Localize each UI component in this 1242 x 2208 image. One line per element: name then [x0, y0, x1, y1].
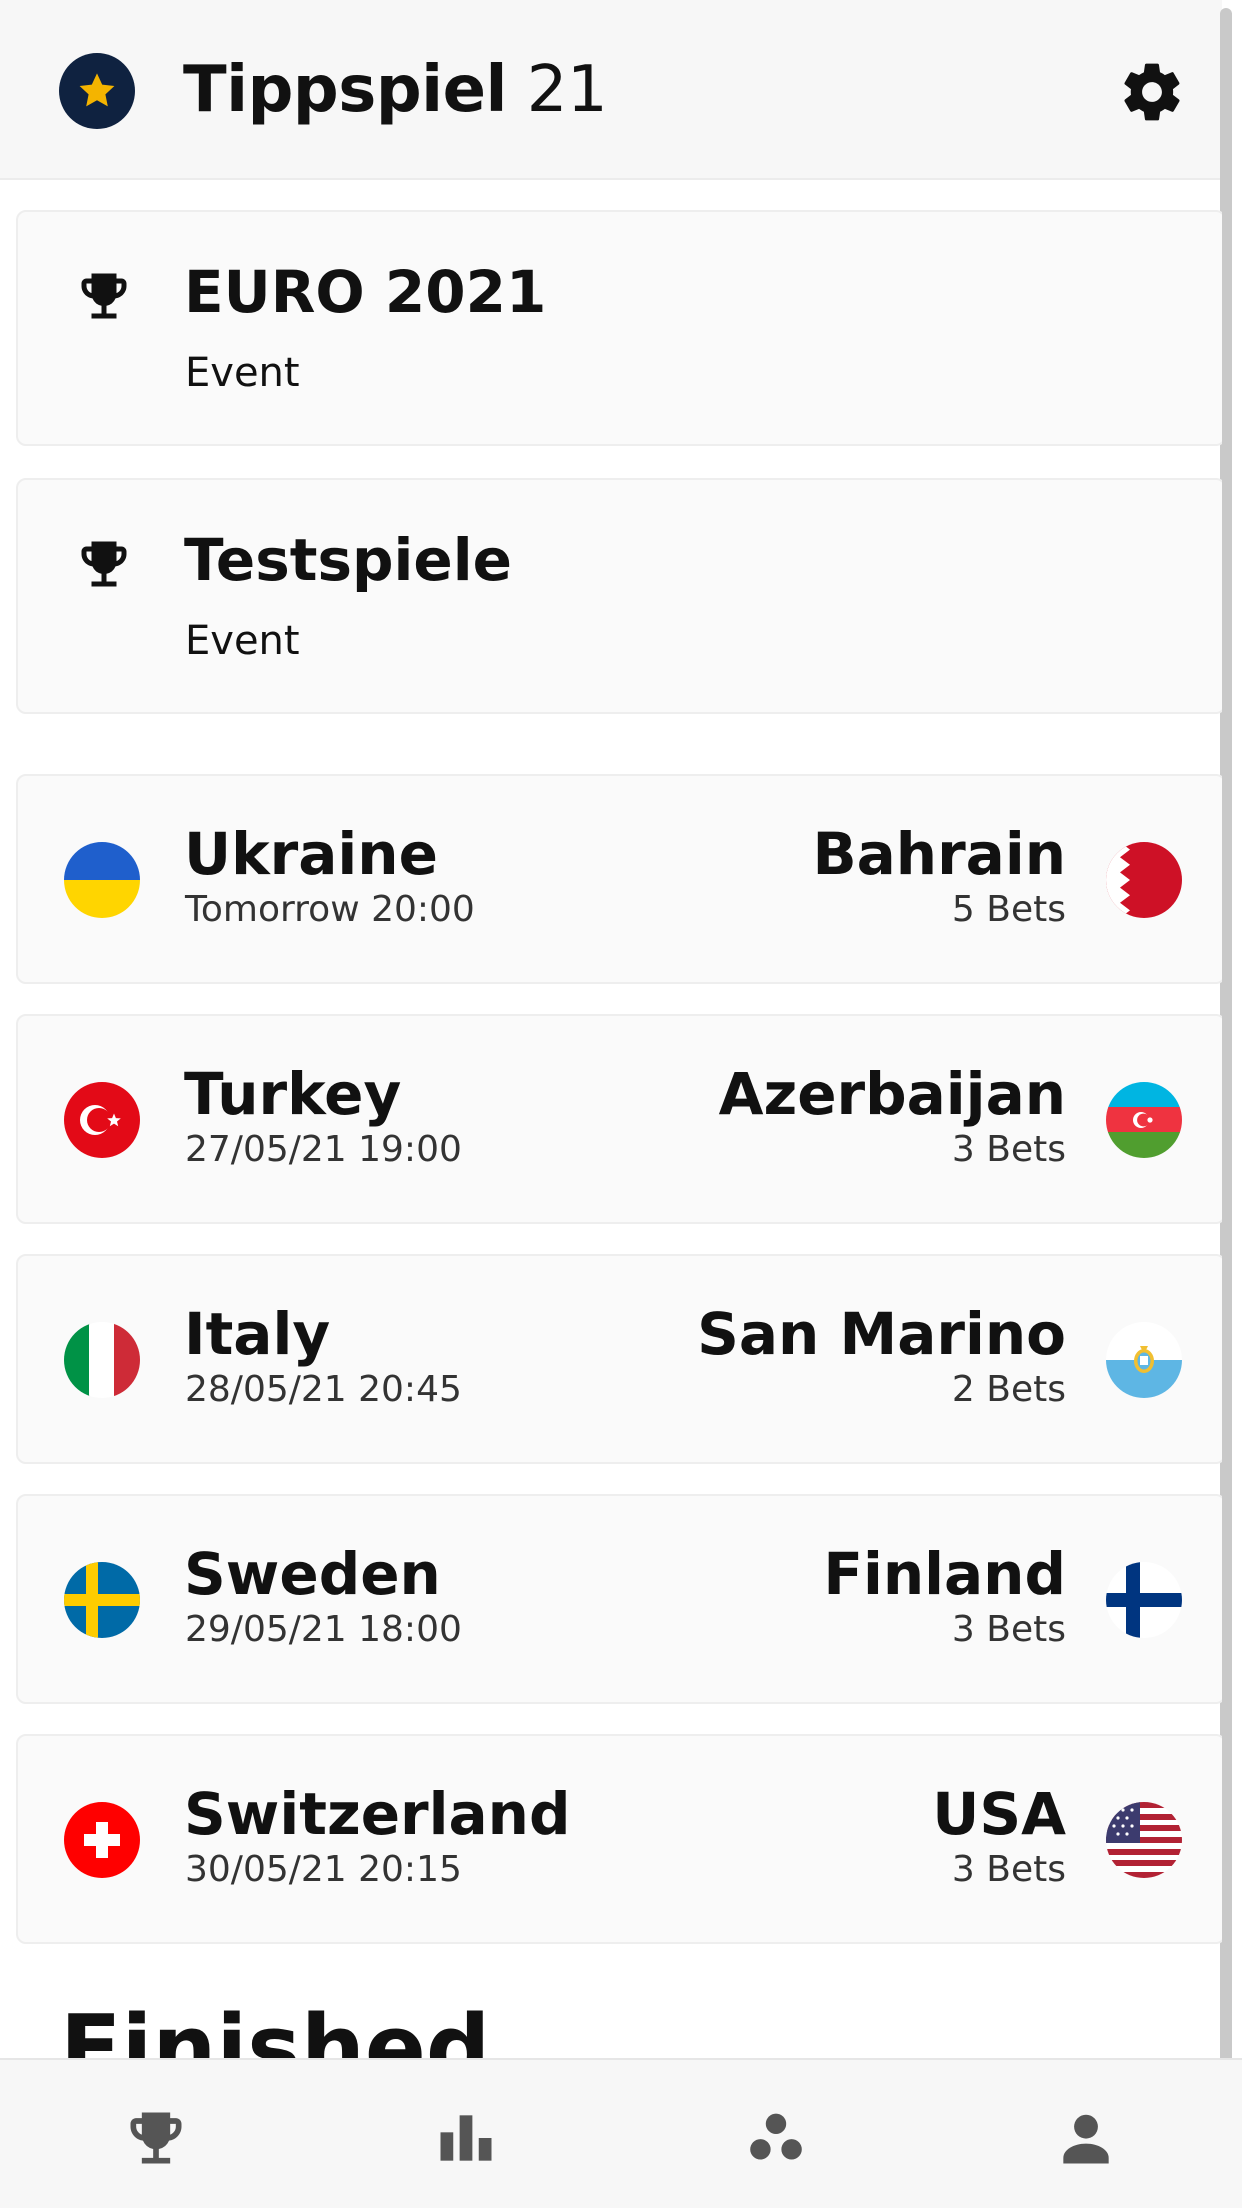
match-card[interactable]: Turkey 27/05/21 19:00 Azerbaijan 3 Bets: [16, 1014, 1222, 1224]
gear-icon[interactable]: [1118, 58, 1186, 126]
switzerland-flag-icon: [64, 1802, 140, 1878]
bahrain-flag-icon: [1106, 842, 1182, 918]
app-title: Tippspiel 21: [183, 46, 608, 134]
app-title-main: Tippspiel: [183, 53, 507, 127]
finished-section-title: Finished: [60, 1996, 491, 2058]
home-team-name: Ukraine: [184, 820, 438, 888]
event-name: Testspiele: [184, 526, 512, 594]
star-badge-icon: [59, 53, 135, 129]
sweden-flag-icon: [64, 1562, 140, 1638]
san-marino-flag-icon: [1106, 1322, 1182, 1398]
bets-count: 2 Bets: [951, 1369, 1066, 1410]
turkey-flag-icon: [64, 1082, 140, 1158]
home-team-name: Sweden: [184, 1540, 441, 1608]
azerbaijan-flag-icon: [1106, 1082, 1182, 1158]
home-team-name: Switzerland: [184, 1780, 571, 1848]
match-date: 30/05/21 20:15: [185, 1849, 462, 1890]
away-team-name: Bahrain: [812, 820, 1066, 888]
match-card[interactable]: Switzerland 30/05/21 20:15 USA 3 Bets: [16, 1734, 1222, 1944]
finland-flag-icon: [1106, 1562, 1182, 1638]
nav-group-icon[interactable]: [742, 2104, 810, 2172]
match-card[interactable]: Sweden 29/05/21 18:00 Finland 3 Bets: [16, 1494, 1222, 1704]
nav-bar-chart-icon[interactable]: [432, 2104, 500, 2172]
event-name: EURO 2021: [184, 258, 547, 326]
match-date: 27/05/21 19:00: [185, 1129, 462, 1170]
event-type-label: Event: [185, 350, 300, 396]
away-team-name: Azerbaijan: [718, 1060, 1066, 1128]
bets-count: 5 Bets: [951, 889, 1066, 930]
nav-trophy-icon[interactable]: [122, 2104, 190, 2172]
match-card[interactable]: Italy 28/05/21 20:45 San Marino 2 Bets: [16, 1254, 1222, 1464]
match-card[interactable]: Ukraine Tomorrow 20:00 Bahrain 5 Bets: [16, 774, 1222, 984]
home-team-name: Turkey: [184, 1060, 402, 1128]
away-team-name: Finland: [823, 1540, 1066, 1608]
bottom-navigation: [0, 2058, 1242, 2208]
trophy-icon: [74, 266, 134, 326]
app-title-suffix: 21: [506, 53, 608, 127]
italy-flag-icon: [64, 1322, 140, 1398]
app-screen: Tippspiel 21 EURO 2021 Event Testspiele …: [0, 0, 1242, 2208]
away-team-name: San Marino: [697, 1300, 1066, 1368]
bets-count: 3 Bets: [951, 1849, 1066, 1890]
usa-flag-icon: [1106, 1802, 1182, 1878]
main-content: EURO 2021 Event Testspiele Event Ukraine…: [0, 182, 1222, 2058]
app-header: Tippspiel 21: [0, 0, 1222, 180]
match-date: Tomorrow 20:00: [185, 889, 475, 930]
nav-person-icon[interactable]: [1052, 2104, 1120, 2172]
event-type-label: Event: [185, 618, 300, 664]
trophy-icon: [74, 534, 134, 594]
match-date: 29/05/21 18:00: [185, 1609, 462, 1650]
event-card-testspiele[interactable]: Testspiele Event: [16, 478, 1222, 714]
match-date: 28/05/21 20:45: [185, 1369, 462, 1410]
event-card-euro-2021[interactable]: EURO 2021 Event: [16, 210, 1222, 446]
bets-count: 3 Bets: [951, 1609, 1066, 1650]
home-team-name: Italy: [184, 1300, 331, 1368]
bets-count: 3 Bets: [951, 1129, 1066, 1170]
away-team-name: USA: [932, 1780, 1066, 1848]
ukraine-flag-icon: [64, 842, 140, 918]
